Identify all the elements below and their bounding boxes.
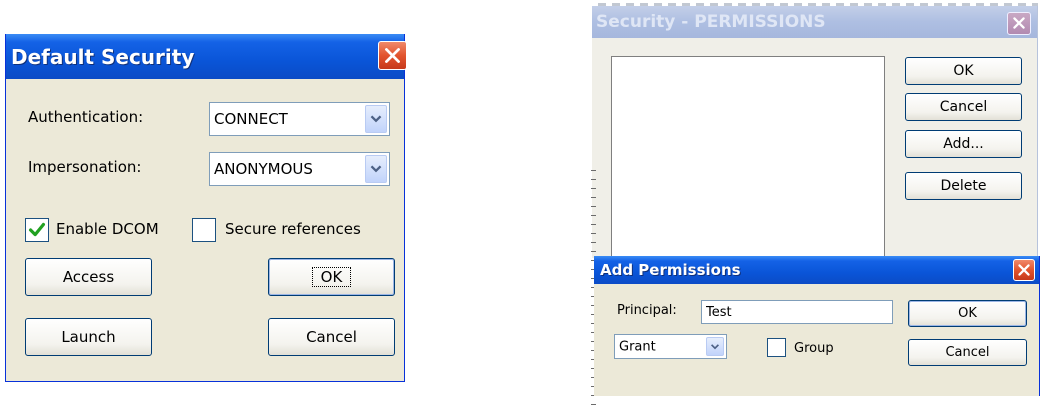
security-permissions-dialog: Security - PERMISSIONS OK Cancel Add... … — [592, 6, 1038, 264]
add-permissions-dialog: Add Permissions Principal: Grant Group O… — [594, 256, 1040, 396]
chevron-down-icon — [710, 344, 720, 350]
grant-value: Grant — [619, 339, 656, 354]
default-security-dialog: Default Security Authentication: CONNECT… — [5, 34, 407, 382]
add-permissions-ok-button[interactable]: OK — [908, 300, 1027, 327]
permissions-listbox[interactable] — [611, 56, 885, 264]
secure-references-checkbox[interactable] — [192, 218, 216, 242]
delete-button-label: Delete — [940, 178, 987, 194]
impersonation-label: Impersonation: — [28, 158, 142, 176]
permissions-cancel-button[interactable]: Cancel — [905, 93, 1022, 121]
default-security-titlebar[interactable]: Default Security — [6, 34, 407, 79]
default-security-cancel-button[interactable]: Cancel — [268, 318, 395, 356]
launch-button-label: Launch — [61, 328, 116, 346]
cancel-button-label: Cancel — [306, 328, 357, 346]
default-security-ok-button[interactable]: OK — [268, 258, 395, 296]
authentication-dropdown-button[interactable] — [365, 105, 387, 133]
impersonation-value: ANONYMOUS — [214, 160, 313, 178]
security-permissions-close-button[interactable] — [1007, 12, 1031, 35]
grant-select[interactable]: Grant — [614, 334, 727, 359]
group-label[interactable]: Group — [794, 341, 834, 356]
default-security-close-button[interactable] — [378, 41, 407, 70]
close-icon — [1018, 264, 1030, 276]
enable-dcom-checkbox[interactable] — [25, 218, 49, 242]
enable-dcom-label[interactable]: Enable DCOM — [56, 220, 159, 238]
principal-label: Principal: — [617, 303, 677, 318]
default-security-title: Default Security — [11, 45, 195, 69]
principal-input[interactable] — [701, 300, 893, 324]
chevron-down-icon — [370, 165, 382, 173]
security-permissions-title: Security - PERMISSIONS — [596, 12, 826, 32]
close-icon — [1013, 17, 1025, 29]
checkmark-icon — [28, 222, 46, 237]
add-button-label: Add... — [943, 136, 984, 152]
ok-button-label: OK — [958, 306, 977, 321]
security-permissions-titlebar[interactable]: Security - PERMISSIONS — [592, 6, 1037, 38]
secure-references-label[interactable]: Secure references — [225, 220, 361, 238]
authentication-value: CONNECT — [214, 110, 288, 128]
close-icon — [385, 48, 400, 63]
chevron-down-icon — [370, 115, 382, 123]
impersonation-dropdown-button[interactable] — [365, 155, 387, 183]
ok-button-label: OK — [953, 63, 974, 79]
cancel-button-label: Cancel — [945, 345, 990, 360]
launch-button[interactable]: Launch — [25, 318, 152, 356]
group-checkbox[interactable] — [767, 338, 786, 357]
add-permissions-cancel-button[interactable]: Cancel — [908, 339, 1027, 366]
add-permissions-close-button[interactable] — [1013, 259, 1035, 281]
access-button[interactable]: Access — [25, 258, 152, 296]
ok-button-label: OK — [311, 267, 352, 287]
access-button-label: Access — [62, 268, 115, 286]
permissions-add-button[interactable]: Add... — [905, 130, 1022, 158]
add-permissions-titlebar[interactable]: Add Permissions — [594, 256, 1039, 284]
permissions-ok-button[interactable]: OK — [905, 57, 1022, 85]
permissions-delete-button[interactable]: Delete — [905, 172, 1022, 200]
add-permissions-title: Add Permissions — [600, 261, 741, 279]
authentication-select[interactable]: CONNECT — [209, 102, 390, 136]
authentication-label: Authentication: — [28, 108, 144, 126]
principal-text[interactable] — [702, 301, 892, 323]
cancel-button-label: Cancel — [939, 99, 988, 115]
impersonation-select[interactable]: ANONYMOUS — [209, 152, 390, 186]
grant-dropdown-button[interactable] — [706, 337, 724, 356]
